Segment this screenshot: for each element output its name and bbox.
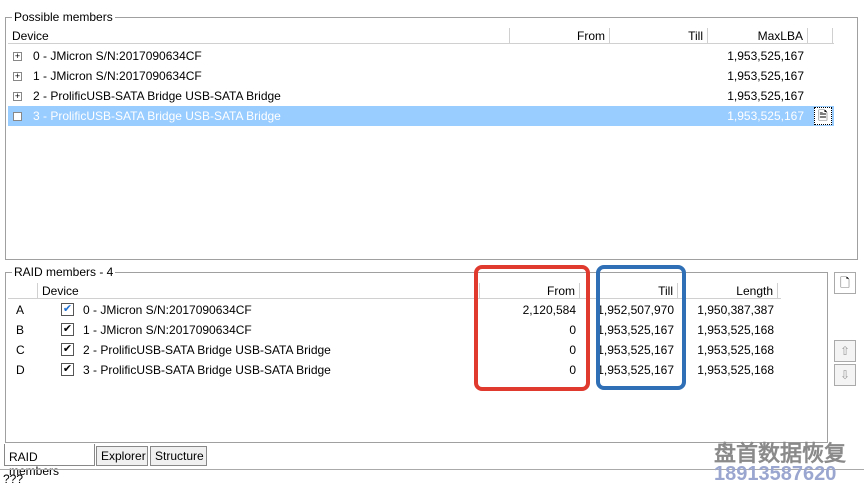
- letter-cell: B: [16, 323, 25, 337]
- column-device[interactable]: Device: [8, 28, 510, 44]
- device-cell: 2 - ProlificUSB-SATA Bridge USB-SATA Bri…: [33, 89, 281, 103]
- tab-raid-members[interactable]: RAID members: [4, 444, 95, 478]
- device-cell: 0 - JMicron S/N:2017090634CF: [33, 49, 202, 63]
- possible-members-group: Possible members Device From Till MaxLBA…: [5, 10, 858, 260]
- status-text: ???: [3, 472, 24, 486]
- maxlba-cell: 1,953,525,167: [727, 69, 804, 83]
- column-maxlba[interactable]: MaxLBA: [708, 28, 808, 44]
- move-down-button[interactable]: ⇩: [834, 364, 856, 386]
- group-title: Possible members: [12, 10, 115, 24]
- expand-icon[interactable]: +: [13, 72, 22, 81]
- maxlba-cell: 1,953,525,167: [727, 109, 804, 123]
- length-cell: 1,950,387,387: [697, 303, 774, 317]
- expand-icon[interactable]: +: [13, 52, 22, 61]
- device-cell: 3 - ProlificUSB-SATA Bridge USB-SATA Bri…: [33, 109, 281, 123]
- maxlba-cell: 1,953,525,167: [727, 49, 804, 63]
- move-up-button[interactable]: ⇧: [834, 340, 856, 362]
- column-letter[interactable]: [8, 283, 38, 299]
- table-row[interactable]: + 2 - ProlificUSB-SATA Bridge USB-SATA B…: [8, 86, 834, 106]
- arrow-down-icon: ⇩: [839, 368, 851, 382]
- length-cell: 1,953,525,168: [697, 343, 774, 357]
- member-checkbox[interactable]: ✔: [61, 343, 74, 356]
- column-till[interactable]: Till: [610, 28, 708, 44]
- column-length[interactable]: Length: [678, 283, 778, 299]
- table-row[interactable]: A ✔ 0 - JMicron S/N:2017090634CF 2,120,5…: [8, 300, 808, 320]
- table-row[interactable]: B ✔ 1 - JMicron S/N:2017090634CF 0 1,953…: [8, 320, 808, 340]
- till-highlight-box: [596, 265, 686, 390]
- new-document-button[interactable]: 🗋: [834, 272, 856, 294]
- from-highlight-box: [474, 265, 590, 391]
- watermark-phone: 18913587620: [714, 463, 837, 485]
- column-extra: [808, 28, 833, 44]
- list-header: Device From Till MaxLBA: [8, 28, 834, 44]
- table-row[interactable]: + 0 - JMicron S/N:2017090634CF 1,953,525…: [8, 46, 834, 66]
- expand-icon[interactable]: +: [13, 92, 22, 101]
- arrow-up-icon: ⇧: [839, 344, 851, 358]
- table-row[interactable]: + 1 - JMicron S/N:2017090634CF 1,953,525…: [8, 66, 834, 86]
- device-cell: 0 - JMicron S/N:2017090634CF: [83, 303, 252, 317]
- maxlba-cell: 1,953,525,167: [727, 89, 804, 103]
- device-cell: 3 - ProlificUSB-SATA Bridge USB-SATA Bri…: [83, 363, 331, 377]
- member-checkbox[interactable]: ✔: [61, 323, 74, 336]
- raid-members-group: RAID members - 4 Device From Till Length…: [5, 265, 828, 443]
- letter-cell: C: [16, 343, 25, 357]
- expand-icon[interactable]: +: [13, 112, 22, 121]
- member-checkbox[interactable]: ✔: [61, 363, 74, 376]
- member-checkbox[interactable]: ✔: [61, 303, 74, 316]
- letter-cell: D: [16, 363, 25, 377]
- device-cell: 1 - JMicron S/N:2017090634CF: [33, 69, 202, 83]
- tab-structure[interactable]: Structure: [150, 446, 207, 466]
- device-cell: 2 - ProlificUSB-SATA Bridge USB-SATA Bri…: [83, 343, 331, 357]
- length-cell: 1,953,525,168: [697, 323, 774, 337]
- new-document-icon: 🗋: [840, 276, 850, 290]
- table-row[interactable]: D ✔ 3 - ProlificUSB-SATA Bridge USB-SATA…: [8, 360, 808, 380]
- table-row[interactable]: + 3 - ProlificUSB-SATA Bridge USB-SATA B…: [8, 106, 834, 126]
- device-cell: 1 - JMicron S/N:2017090634CF: [83, 323, 252, 337]
- column-device[interactable]: Device: [38, 283, 480, 299]
- letter-cell: A: [16, 303, 25, 317]
- table-row[interactable]: C ✔ 2 - ProlificUSB-SATA Bridge USB-SATA…: [8, 340, 808, 360]
- column-from[interactable]: From: [510, 28, 610, 44]
- properties-icon[interactable]: 🗎: [814, 107, 832, 125]
- tab-explorer[interactable]: Explorer: [96, 446, 148, 466]
- group-title: RAID members - 4: [12, 265, 116, 279]
- length-cell: 1,953,525,168: [697, 363, 774, 377]
